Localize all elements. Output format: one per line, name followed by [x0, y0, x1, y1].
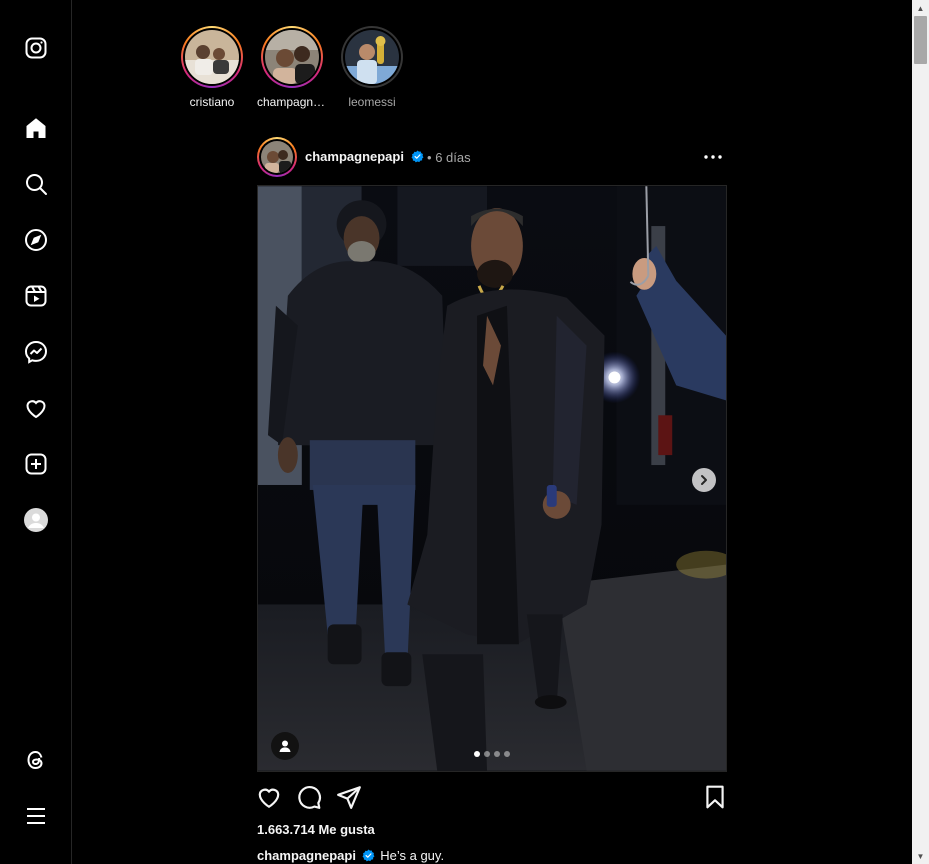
- story-ring: [181, 26, 243, 88]
- story-avatar: [345, 30, 399, 84]
- create-icon[interactable]: [22, 450, 50, 478]
- heart-icon[interactable]: [22, 394, 50, 422]
- menu-icon[interactable]: [22, 802, 50, 830]
- story-leomessi[interactable]: leomessi: [333, 26, 411, 109]
- chevron-right-icon: [701, 475, 707, 485]
- scroll-up-arrow-icon[interactable]: ▲: [912, 0, 929, 16]
- story-ring: [341, 26, 403, 88]
- like-icon[interactable]: [256, 784, 282, 810]
- save-bookmark-icon[interactable]: [702, 784, 728, 810]
- story-username: champagnepapi: [257, 95, 327, 109]
- story-ring: [261, 26, 323, 88]
- post-username[interactable]: champagnepapi: [305, 149, 404, 164]
- scrollbar-thumb[interactable]: [914, 16, 927, 64]
- home-icon[interactable]: [22, 114, 50, 142]
- search-icon[interactable]: [22, 170, 50, 198]
- post-avatar[interactable]: [257, 137, 297, 177]
- more-options-icon[interactable]: [701, 147, 725, 167]
- instagram-logo-icon[interactable]: [22, 34, 50, 62]
- story-cristiano[interactable]: cristiano: [173, 26, 251, 109]
- carousel-indicator: [474, 751, 510, 757]
- reels-icon[interactable]: [22, 282, 50, 310]
- time-separator: •: [427, 150, 432, 165]
- verified-badge-icon: [411, 150, 424, 163]
- story-avatar: [185, 30, 239, 84]
- carousel-dot: [474, 751, 480, 757]
- story-avatar: [265, 30, 319, 84]
- share-icon[interactable]: [336, 784, 362, 810]
- explore-icon[interactable]: [22, 226, 50, 254]
- carousel-dot: [484, 751, 490, 757]
- post-time-text: 6 días: [435, 150, 471, 165]
- comment-icon[interactable]: [296, 784, 322, 810]
- scroll-down-arrow-icon[interactable]: ▼: [912, 848, 929, 864]
- post-time: • 6 días: [427, 150, 471, 165]
- story-champagnepapi[interactable]: champagnepapi: [253, 26, 331, 109]
- post-photo: [258, 186, 726, 771]
- carousel-dot: [504, 751, 510, 757]
- carousel-next-button[interactable]: [692, 468, 716, 492]
- user-tag-icon: [279, 740, 291, 752]
- carousel-dot: [494, 751, 500, 757]
- post-header: champagnepapi • 6 días: [257, 137, 727, 177]
- caption-text: He’s a guy.: [380, 848, 445, 863]
- messenger-icon[interactable]: [22, 338, 50, 366]
- post-image[interactable]: [257, 185, 727, 772]
- story-username: cristiano: [189, 95, 235, 109]
- tagged-users-button[interactable]: [271, 732, 299, 760]
- likes-count[interactable]: 1.663.714 Me gusta: [257, 822, 375, 837]
- caption-username[interactable]: champagnepapi: [257, 848, 356, 863]
- post-caption: champagnepapi He’s a guy.: [257, 848, 444, 863]
- verified-badge-icon: [362, 849, 375, 862]
- sidebar: [0, 0, 72, 864]
- story-username: leomessi: [348, 95, 396, 109]
- profile-avatar[interactable]: [22, 506, 50, 534]
- threads-icon[interactable]: [22, 746, 50, 774]
- page-scrollbar[interactable]: ▲ ▼: [912, 0, 929, 864]
